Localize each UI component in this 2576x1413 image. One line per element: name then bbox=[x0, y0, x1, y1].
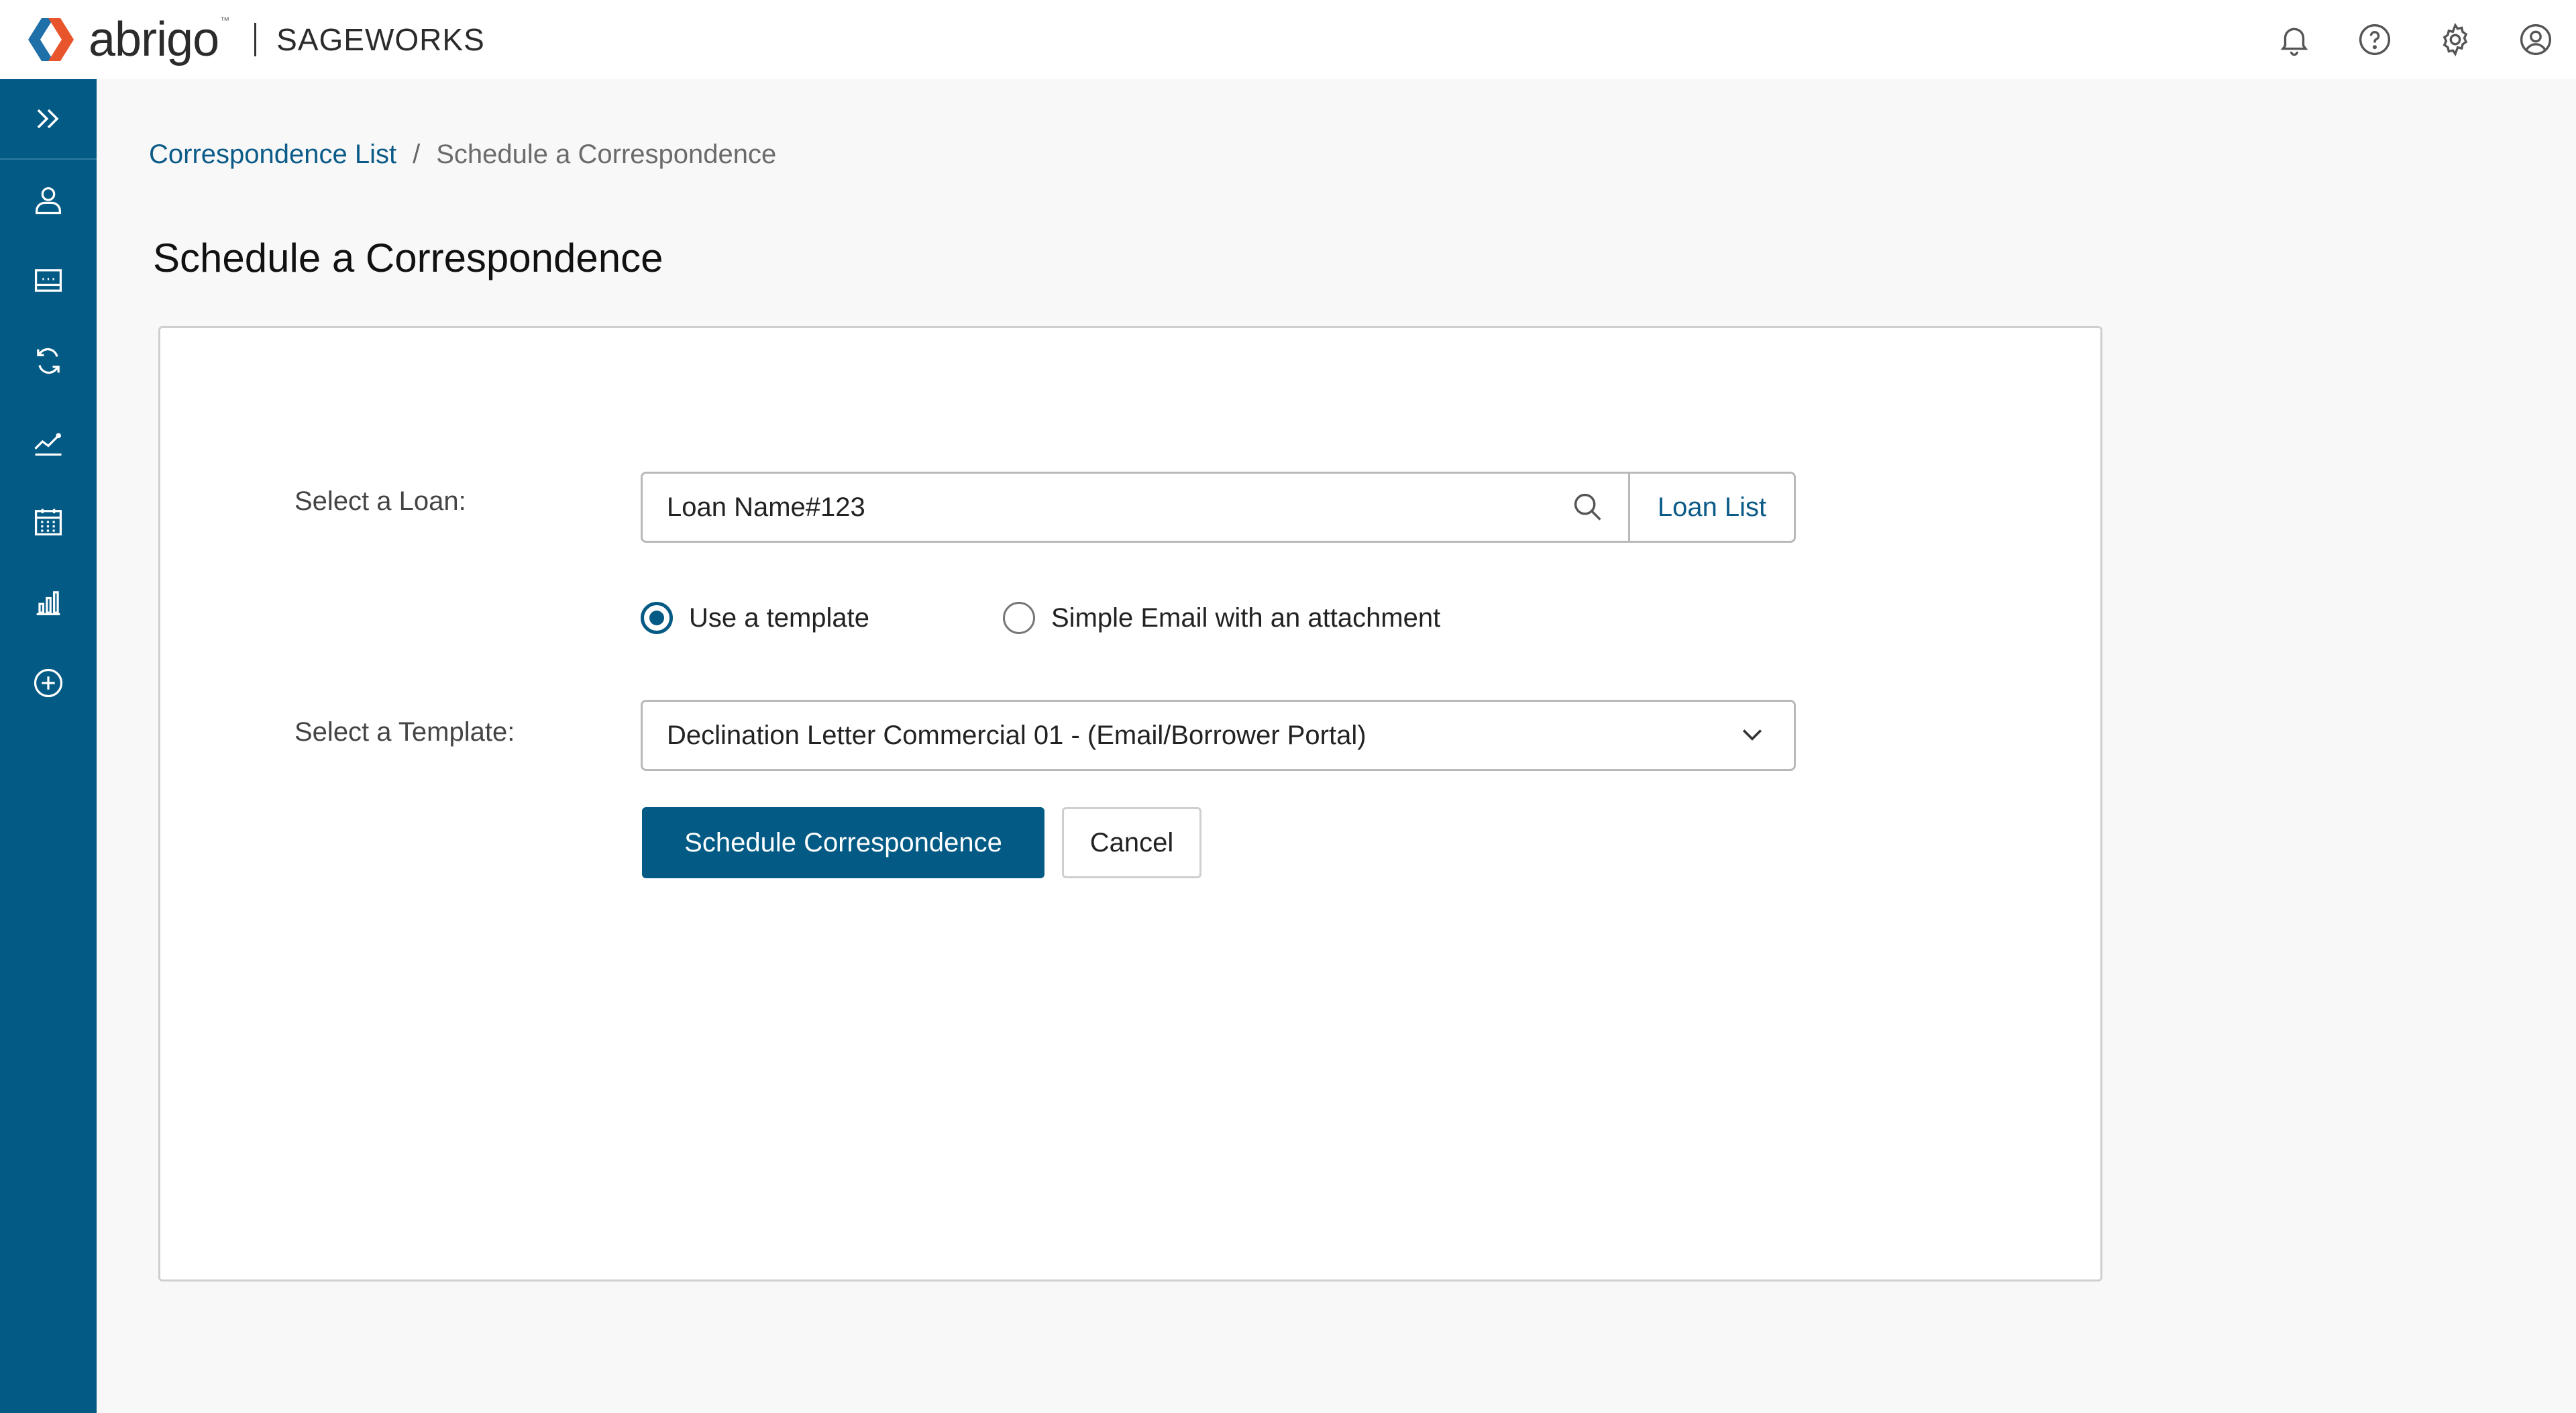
brand-divider bbox=[254, 23, 257, 56]
person-icon bbox=[36, 187, 61, 215]
bell-icon bbox=[2280, 28, 2308, 56]
sidebar-expand-button[interactable] bbox=[0, 79, 97, 160]
sidebar-item-reports[interactable] bbox=[0, 562, 97, 643]
template-field-label: Select a Template: bbox=[294, 717, 515, 747]
bar-chart-icon bbox=[36, 591, 60, 615]
radio-button-checked[interactable] bbox=[641, 602, 673, 634]
brand[interactable]: abrigo ™ SAGEWORKS bbox=[16, 0, 485, 79]
plus-circle-icon bbox=[34, 668, 63, 698]
sidebar-item-calendar[interactable] bbox=[0, 482, 97, 562]
abrigo-logo-icon bbox=[28, 18, 74, 61]
sidebar-item-analytics[interactable] bbox=[0, 401, 97, 482]
inbox-icon bbox=[34, 269, 62, 292]
user-circle-icon bbox=[2520, 23, 2552, 56]
brand-wordmark: abrigo ™ bbox=[89, 13, 229, 66]
loan-search-input[interactable] bbox=[667, 492, 1568, 523]
help-button[interactable] bbox=[2334, 0, 2415, 79]
notifications-button[interactable] bbox=[2254, 0, 2334, 79]
refresh-icon bbox=[37, 348, 60, 374]
loan-search-button[interactable] bbox=[1568, 487, 1608, 527]
radio-use-template[interactable]: Use a template bbox=[641, 598, 869, 638]
radio-dot bbox=[649, 611, 664, 625]
loan-field-label: Select a Loan: bbox=[294, 486, 466, 516]
sidebar-item-add[interactable] bbox=[0, 643, 97, 723]
gear-icon bbox=[2443, 23, 2468, 56]
sidebar bbox=[0, 79, 97, 1413]
expand-chevrons-icon bbox=[37, 109, 59, 129]
page-title: Schedule a Correspondence bbox=[153, 235, 663, 280]
breadcrumb: Correspondence List / Schedule a Corresp… bbox=[149, 140, 776, 170]
user-menu-button[interactable] bbox=[2496, 0, 2576, 79]
sidebar-item-people[interactable] bbox=[0, 160, 97, 240]
loan-search-group: Loan List bbox=[641, 472, 1796, 543]
breadcrumb-current: Schedule a Correspondence bbox=[436, 140, 777, 169]
radio-label-simple-email: Simple Email with an attachment bbox=[1051, 603, 1441, 633]
loan-list-button[interactable]: Loan List bbox=[1628, 472, 1796, 543]
help-icon bbox=[2359, 23, 2391, 56]
cancel-button[interactable]: Cancel bbox=[1062, 807, 1201, 878]
loan-input-wrapper bbox=[641, 472, 1628, 543]
settings-button[interactable] bbox=[2415, 0, 2496, 79]
trademark-mark: ™ bbox=[220, 15, 229, 25]
search-icon bbox=[1574, 493, 1601, 521]
breadcrumb-link-correspondence-list[interactable]: Correspondence List bbox=[149, 140, 396, 170]
sidebar-item-sync[interactable] bbox=[0, 321, 97, 401]
calendar-icon bbox=[34, 509, 62, 536]
trend-line-icon bbox=[34, 433, 62, 456]
breadcrumb-separator: / bbox=[413, 140, 421, 169]
template-select[interactable]: Declination Letter Commercial 01 - (Emai… bbox=[641, 700, 1796, 771]
schedule-correspondence-button[interactable]: Schedule Correspondence bbox=[642, 807, 1044, 878]
schedule-form-card: Select a Loan: Loan List Use a template … bbox=[158, 326, 2102, 1281]
radio-simple-email[interactable]: Simple Email with an attachment bbox=[1003, 598, 1440, 638]
chevron-down-icon bbox=[1737, 719, 1767, 752]
product-name: SAGEWORKS bbox=[276, 22, 485, 57]
header-actions bbox=[2254, 0, 2576, 79]
template-select-value: Declination Letter Commercial 01 - (Emai… bbox=[667, 720, 1366, 750]
sidebar-item-inbox[interactable] bbox=[0, 240, 97, 321]
radio-label-use-template: Use a template bbox=[689, 603, 870, 633]
radio-button-unchecked[interactable] bbox=[1003, 602, 1035, 634]
top-header: abrigo ™ SAGEWORKS bbox=[0, 0, 2576, 79]
